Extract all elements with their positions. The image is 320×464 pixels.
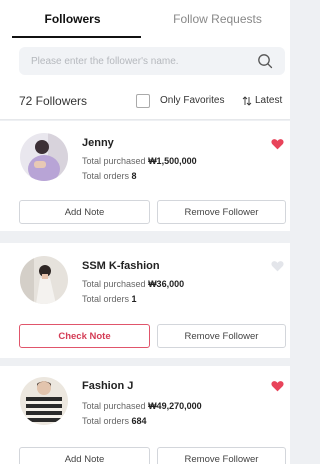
search-icon[interactable] xyxy=(257,53,273,69)
sort-label: Latest xyxy=(255,95,283,106)
search-section xyxy=(0,38,290,84)
avatar xyxy=(20,377,68,425)
remove-follower-button[interactable]: Remove Follower xyxy=(157,447,286,464)
remove-follower-button[interactable]: Remove Follower xyxy=(157,200,286,224)
search-input[interactable] xyxy=(31,55,251,67)
sort-button[interactable]: Latest xyxy=(242,95,282,106)
add-note-button[interactable]: Add Note xyxy=(19,447,150,464)
follower-name: Fashion J xyxy=(82,380,134,392)
follower-name: SSM K-fashion xyxy=(82,260,160,272)
only-favorites-label[interactable]: Only Favorites xyxy=(160,95,224,106)
check-note-button[interactable]: Check Note xyxy=(19,324,150,348)
favorite-heart-icon[interactable] xyxy=(271,138,284,150)
only-favorites-checkbox[interactable] xyxy=(136,94,150,108)
follower-card: SSM K-fashion Total purchased ₩36,000 To… xyxy=(0,243,290,358)
favorite-heart-icon[interactable] xyxy=(271,380,284,392)
add-note-button[interactable]: Add Note xyxy=(19,200,150,224)
follower-card: Jenny Total purchased ₩1,500,000 Total o… xyxy=(0,121,290,231)
total-purchased: Total purchased ₩1,500,000 xyxy=(82,156,197,166)
avatar xyxy=(20,256,68,304)
total-orders: Total orders 684 xyxy=(82,416,147,426)
total-orders: Total orders 1 xyxy=(82,294,137,304)
favorite-heart-icon[interactable] xyxy=(271,260,284,272)
tab-follow-requests[interactable]: Follow Requests xyxy=(145,0,290,38)
total-orders: Total orders 8 xyxy=(82,171,137,181)
search-box xyxy=(19,47,285,75)
follower-count: 72 Followers xyxy=(19,94,88,108)
follower-name: Jenny xyxy=(82,137,114,149)
filter-bar: 72 Followers Only Favorites Latest xyxy=(0,84,290,120)
follower-card: Fashion J Total purchased ₩49,270,000 To… xyxy=(0,366,290,464)
tab-bar: Followers Follow Requests xyxy=(0,0,290,38)
avatar xyxy=(20,133,68,181)
total-purchased: Total purchased ₩49,270,000 xyxy=(82,401,202,411)
tab-followers[interactable]: Followers xyxy=(0,0,145,38)
sort-icon xyxy=(242,95,252,106)
remove-follower-button[interactable]: Remove Follower xyxy=(157,324,286,348)
total-purchased: Total purchased ₩36,000 xyxy=(82,279,185,289)
